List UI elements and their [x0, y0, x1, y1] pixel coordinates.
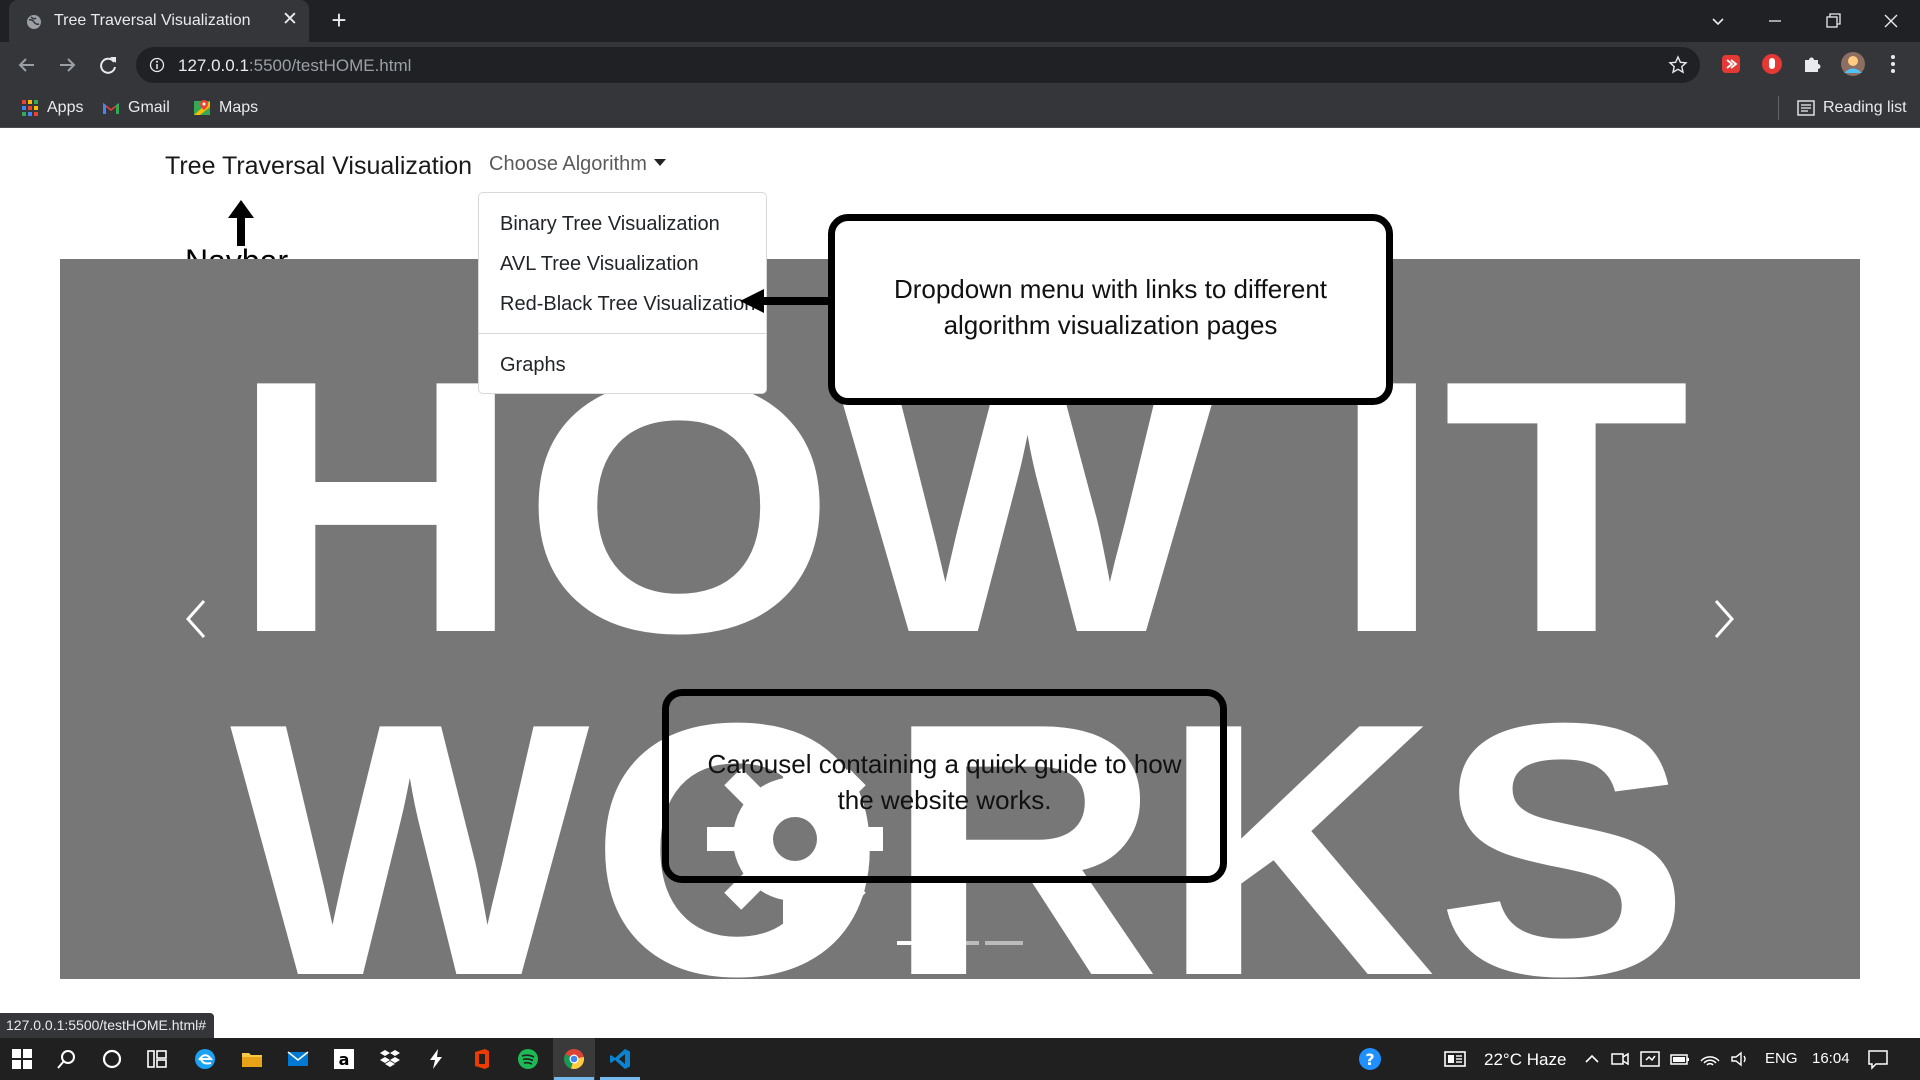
choose-algorithm-dropdown[interactable]: Choose Algorithm [489, 153, 666, 176]
new-tab-button[interactable]: + [326, 7, 352, 34]
lightning-app-icon[interactable] [424, 1047, 448, 1071]
dropdown-annotation-line2: algorithm visualization pages [943, 310, 1278, 340]
profile-avatar-icon[interactable] [1840, 51, 1866, 77]
tab-search-icon[interactable] [1705, 8, 1731, 34]
algorithm-dropdown-menu: Binary Tree Visualization AVL Tree Visua… [478, 192, 767, 394]
search-icon[interactable] [55, 1047, 79, 1071]
web-page: Tree Traversal Visualization Choose Algo… [0, 128, 1920, 1038]
windows-start-icon[interactable] [10, 1047, 34, 1071]
dropdown-label: Choose Algorithm [489, 153, 647, 175]
gmail-icon [103, 103, 119, 114]
reload-icon[interactable] [95, 52, 121, 78]
dropdown-annotation-box: Dropdown menu with links to different al… [828, 214, 1393, 405]
browser-tab-strip: Tree Traversal Visualization ✕ + [0, 0, 1920, 42]
minimize-icon[interactable] [1762, 8, 1788, 34]
carousel-annotation-box: Carousel containing a quick guide to how… [662, 689, 1227, 883]
apps-grid-icon [22, 100, 38, 116]
browser-tab[interactable]: Tree Traversal Visualization ✕ [9, 0, 309, 42]
bookmark-label: Apps [47, 99, 84, 116]
bookmarks-bar: Apps Gmail Maps Reading list [0, 88, 1920, 128]
spotify-icon[interactable] [516, 1047, 540, 1071]
notification-center-icon[interactable] [1866, 1047, 1890, 1071]
chevron-up-icon[interactable] [1580, 1047, 1604, 1071]
extension-hand-icon[interactable] [1759, 51, 1785, 77]
extensions-puzzle-icon[interactable] [1799, 51, 1825, 77]
vscode-icon[interactable] [608, 1047, 632, 1071]
dropdown-item-graphs[interactable]: Graphs [500, 354, 566, 377]
dropdown-item-binary-tree[interactable]: Binary Tree Visualization [500, 213, 720, 236]
volume-icon[interactable] [1728, 1047, 1752, 1071]
up-arrow-icon [228, 200, 254, 246]
bookmark-star-icon[interactable] [1668, 55, 1688, 75]
back-arrow-icon[interactable] [14, 52, 40, 78]
carousel-indicator-3[interactable] [985, 941, 1023, 945]
svg-text:a: a [339, 1050, 350, 1069]
url-text[interactable]: 127.0.0.1:5500/testHOME.html [178, 56, 411, 76]
edge-browser-icon[interactable] [193, 1047, 217, 1071]
task-view-icon[interactable] [145, 1047, 169, 1071]
clock-time[interactable]: 16:04 [1812, 1050, 1850, 1067]
carousel-indicator-2[interactable] [941, 941, 979, 945]
reading-list-label: Reading list [1823, 99, 1907, 116]
dropdown-item-avl-tree[interactable]: AVL Tree Visualization [500, 253, 699, 276]
carousel-indicator-1[interactable] [897, 941, 935, 945]
left-arrow-icon [740, 289, 840, 313]
forward-arrow-icon[interactable] [54, 52, 80, 78]
menu-dots-icon[interactable] [1880, 51, 1906, 77]
device-sync-icon[interactable] [1638, 1047, 1662, 1071]
dropdown-divider [479, 333, 766, 334]
language-indicator[interactable]: ENG [1765, 1050, 1798, 1067]
bookmarks-divider [1778, 96, 1779, 120]
maps-icon [194, 100, 210, 115]
browser-toolbar: 127.0.0.1:5500/testHOME.html [0, 42, 1920, 88]
caret-down-icon [653, 159, 666, 167]
status-bar-url: 127.0.0.1:5500/testHOME.html# [0, 1013, 214, 1038]
close-window-icon[interactable] [1878, 8, 1904, 34]
site-info-icon[interactable] [149, 57, 165, 73]
weather-news-icon[interactable] [1443, 1047, 1467, 1071]
globe-icon [27, 15, 41, 29]
carousel-indicators [60, 941, 1860, 947]
windows-taskbar: a ? 22°C Haze ENG 16:04 [0, 1038, 1920, 1080]
weather-text[interactable]: 22°C Haze [1484, 1050, 1566, 1070]
meet-camera-icon[interactable] [1608, 1047, 1632, 1071]
cortana-icon[interactable] [100, 1047, 124, 1071]
office-icon[interactable] [470, 1047, 494, 1071]
chevron-left-icon[interactable] [180, 597, 210, 641]
help-question-icon[interactable]: ? [1358, 1047, 1382, 1071]
carousel-annotation-line1: Carousel containing a quick guide to how [707, 749, 1182, 779]
svg-text:?: ? [1365, 1050, 1374, 1069]
close-tab-icon[interactable]: ✕ [280, 10, 300, 30]
dropbox-icon[interactable] [378, 1047, 402, 1071]
chevron-right-icon[interactable] [1710, 597, 1740, 641]
restore-icon[interactable] [1820, 8, 1846, 34]
carousel-annotation-line2: the website works. [837, 785, 1052, 815]
file-explorer-icon[interactable] [240, 1047, 264, 1071]
extension-red-icon[interactable] [1718, 51, 1744, 77]
reading-list-icon [1797, 100, 1815, 116]
tab-title: Tree Traversal Visualization [54, 12, 251, 29]
navbar-brand[interactable]: Tree Traversal Visualization [165, 152, 472, 181]
amazon-icon[interactable]: a [332, 1047, 356, 1071]
bookmark-label: Maps [219, 99, 259, 116]
wifi-icon[interactable] [1698, 1047, 1722, 1071]
mail-icon[interactable] [286, 1047, 310, 1071]
dropdown-annotation-line1: Dropdown menu with links to different [893, 274, 1328, 304]
dropdown-item-red-black-tree[interactable]: Red-Black Tree Visualization [500, 293, 755, 316]
address-bar[interactable]: 127.0.0.1:5500/testHOME.html [136, 47, 1700, 83]
battery-icon[interactable] [1668, 1047, 1692, 1071]
chrome-icon[interactable] [562, 1047, 586, 1071]
bookmark-label: Gmail [128, 99, 170, 116]
